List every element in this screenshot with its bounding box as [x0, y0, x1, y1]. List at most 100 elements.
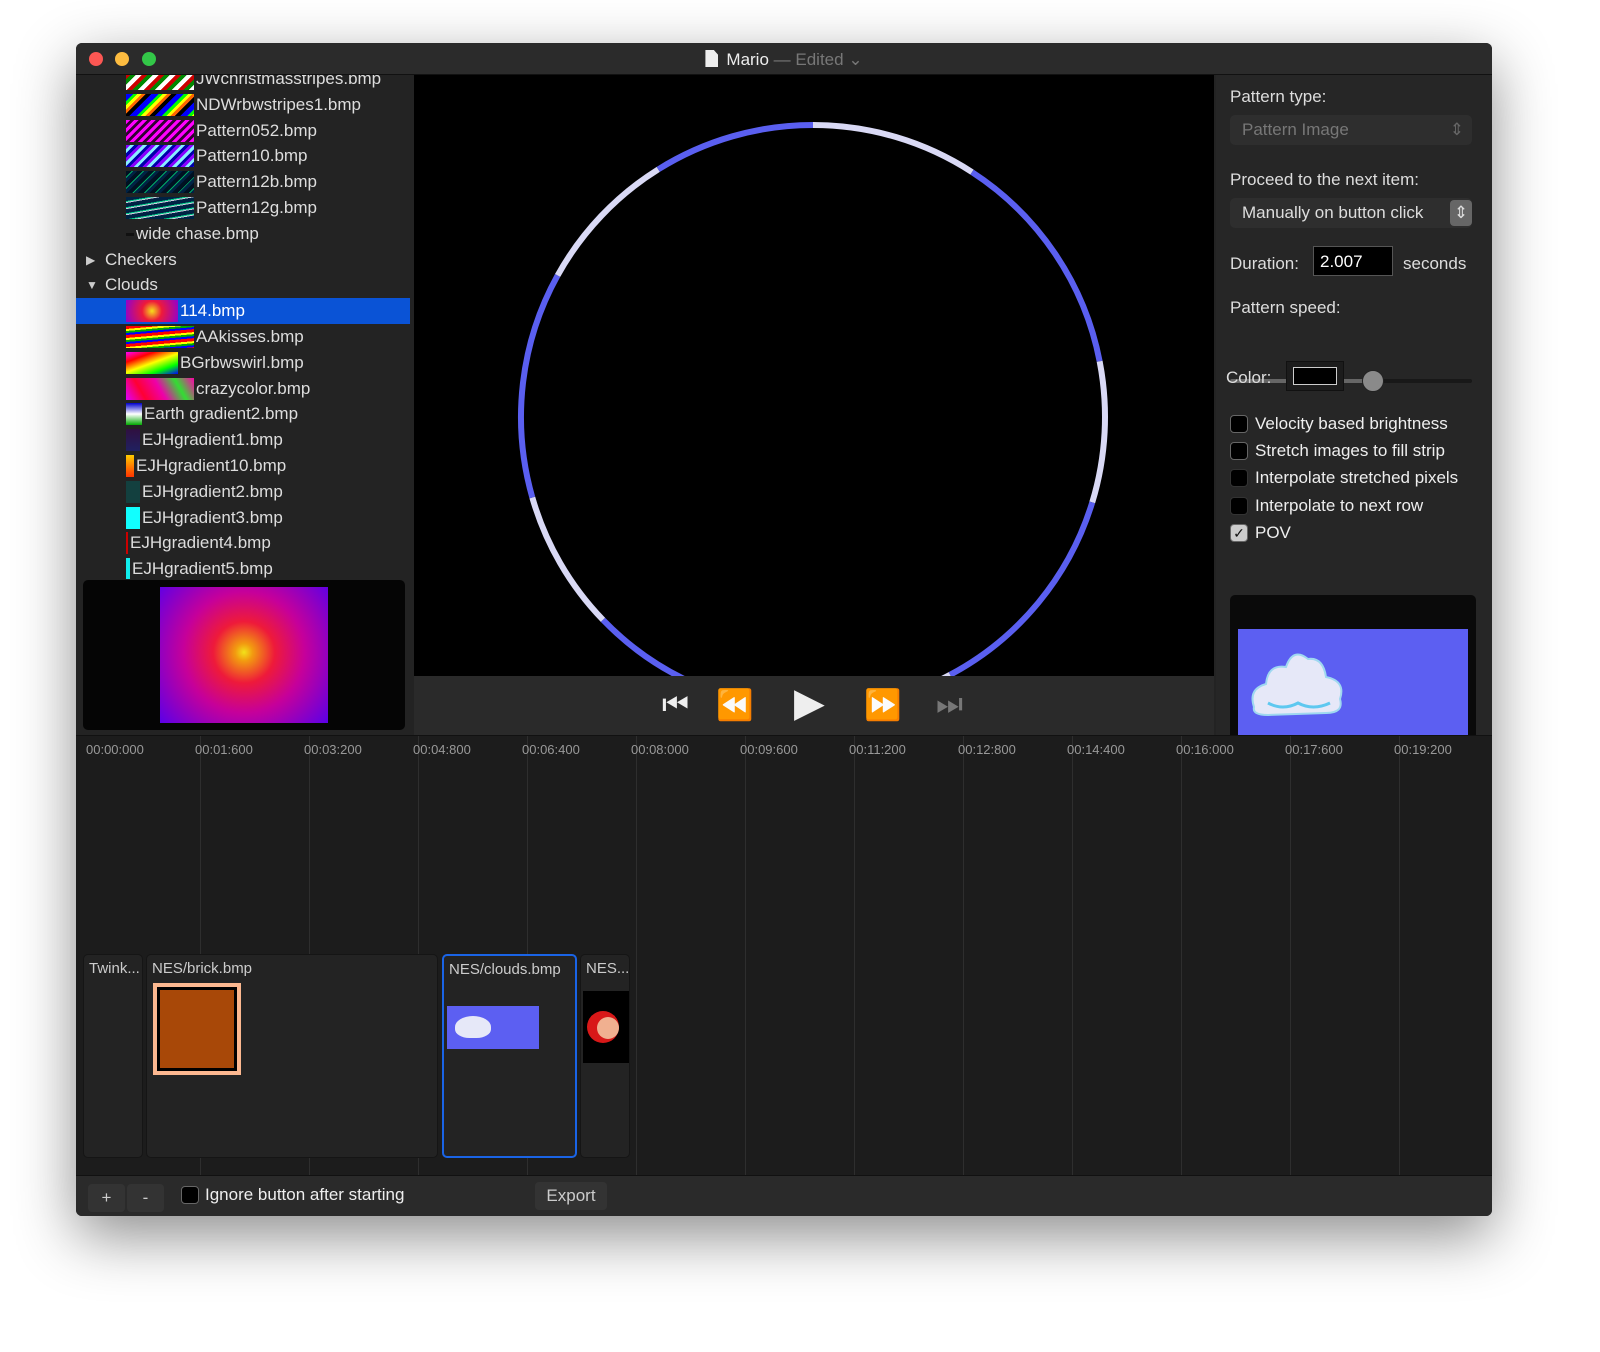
checkbox[interactable] — [1230, 442, 1248, 461]
checkbox-label: Interpolate stretched pixels — [1255, 468, 1459, 488]
proceed-select[interactable]: Manually on button click ⇕ — [1230, 198, 1472, 228]
timeline-gridline — [1072, 736, 1073, 1175]
sidebar-file-item[interactable]: EJHgradient1.bmp — [76, 427, 410, 453]
color-label: Color: — [1226, 368, 1272, 387]
pov-led-segment — [656, 122, 814, 172]
speed-slider-knob[interactable] — [1361, 370, 1384, 392]
add-button[interactable]: + — [88, 1184, 125, 1212]
window-title[interactable]: Mario — Edited ⌄ — [76, 50, 1492, 70]
item-label: crazycolor.bmp — [196, 378, 311, 398]
item-label: 114.bmp — [180, 301, 245, 321]
timeline-gridline — [854, 736, 855, 1175]
disclosure-expanded-icon[interactable]: ▼ — [86, 272, 98, 298]
title-text: Mario — [726, 50, 769, 69]
item-label: EJHgradient3.bmp — [142, 507, 283, 527]
file-thumbnail — [126, 455, 134, 477]
sidebar-file-item[interactable]: EJHgradient3.bmp — [76, 505, 410, 531]
cloud-icon — [1251, 653, 1343, 717]
timeline-clip[interactable]: NES/brick.bmp — [146, 954, 438, 1158]
timeline-tick-label: 00:00:000 — [86, 742, 144, 757]
file-thumbnail — [126, 429, 140, 452]
timeline-tick-label: 00:06:400 — [522, 742, 580, 757]
sidebar-file-item[interactable]: Pattern052.bmp — [76, 118, 410, 144]
remove-button[interactable]: - — [127, 1184, 164, 1212]
pov-led-segment — [518, 273, 561, 499]
sidebar-file-item[interactable]: Earth gradient2.bmp — [76, 401, 410, 427]
timeline-tick-label: 00:04:800 — [413, 742, 471, 757]
pov-ring — [518, 122, 1108, 712]
color-swatch — [1293, 367, 1337, 385]
color-well[interactable] — [1286, 361, 1344, 391]
timeline-clip[interactable]: Twink... — [83, 954, 143, 1158]
file-thumbnail — [126, 480, 140, 503]
item-label: AAkisses.bmp — [196, 327, 304, 346]
timeline-tick-label: 00:11:200 — [849, 742, 906, 757]
timeline-gridline — [1181, 736, 1182, 1175]
sidebar-file-item[interactable]: crazycolor.bmp — [76, 376, 410, 402]
sidebar-file-item[interactable]: BGrbwswirl.bmp — [76, 350, 410, 376]
timeline-tick-label: 00:09:600 — [740, 742, 798, 757]
sidebar-file-item[interactable]: Pattern12b.bmp — [76, 169, 410, 195]
file-thumbnail — [126, 197, 194, 219]
timeline-tick-label: 00:01:600 — [195, 742, 253, 757]
stepper-icon: ⇕ — [1450, 200, 1472, 226]
file-preview — [83, 580, 405, 730]
pov-led-segment — [529, 496, 606, 622]
skip-to-end-icon[interactable]: ⏭ — [936, 688, 963, 722]
sidebar-file-item[interactable]: EJHgradient5.bmp — [76, 556, 410, 579]
checkbox-label: POV — [1255, 522, 1291, 542]
file-thumbnail — [126, 326, 194, 348]
file-thumbnail — [126, 75, 194, 90]
pov-led-segment — [554, 166, 660, 277]
sidebar-file-item[interactable]: Pattern12g.bmp — [76, 195, 410, 221]
pattern-type-label: Pattern type: — [1230, 87, 1327, 106]
skip-to-start-icon[interactable]: ⏮ — [662, 688, 689, 722]
file-browser[interactable]: JWchristmasstripes.bmp NDWrbwstripes1.bmp… — [76, 75, 410, 579]
disclosure-collapsed-icon[interactable]: ▶ — [86, 247, 95, 273]
duration-label: Duration: — [1230, 254, 1299, 273]
sidebar-file-item[interactable]: wide chase.bmp — [76, 221, 410, 247]
sidebar-file-item[interactable]: NDWrbwstripes1.bmp — [76, 92, 410, 118]
item-label: NDWrbwstripes1.bmp — [196, 94, 362, 114]
file-thumbnail — [126, 171, 194, 194]
file-thumbnail — [126, 506, 140, 529]
checkbox[interactable]: ✓ — [1230, 523, 1248, 542]
item-label: JWchristmasstripes.bmp — [196, 75, 382, 88]
rewind-icon[interactable]: ⏪ — [716, 688, 753, 723]
play-icon[interactable]: ▶ — [794, 680, 825, 726]
file-thumbnail — [126, 532, 128, 555]
item-label: Pattern052.bmp — [196, 120, 317, 140]
sidebar-file-item[interactable]: 114.bmp — [76, 298, 410, 325]
sidebar-file-item[interactable]: EJHgradient4.bmp — [76, 530, 410, 556]
preview-image — [160, 587, 328, 723]
clip-label: NES/clouds.bmp — [449, 961, 561, 978]
pov-led-segment — [600, 617, 814, 712]
duration-unit: seconds — [1403, 254, 1467, 273]
proceed-label: Proceed to the next item: — [1230, 170, 1419, 189]
timeline[interactable]: 00:00:000 00:01:600 00:03:200 00:04:800 00:0… — [76, 735, 1492, 1175]
export-button[interactable]: Export — [535, 1182, 607, 1210]
timeline-gridline — [1399, 736, 1400, 1175]
item-label: BGrbwswirl.bmp — [180, 352, 304, 372]
duration-input[interactable]: 2.007 — [1313, 246, 1393, 276]
app-window: Mario — Edited ⌄ JWchristmasstripes.bmp N… — [76, 43, 1492, 1216]
sidebar-file-item[interactable]: AAkisses.bmp — [76, 324, 410, 350]
sidebar-folder[interactable]: ▼ Clouds — [76, 272, 410, 298]
timeline-gridline — [745, 736, 746, 1175]
timeline-tick-label: 00:17:600 — [1285, 742, 1343, 757]
speed-label: Pattern speed: — [1230, 298, 1341, 317]
timeline-clip[interactable]: NES/clouds.bmp — [442, 954, 577, 1158]
edited-status: — Edited — [773, 50, 844, 69]
title-bar: Mario — Edited ⌄ — [76, 43, 1492, 75]
sidebar-file-item[interactable]: EJHgradient2.bmp — [76, 479, 410, 505]
checkbox[interactable] — [1230, 415, 1248, 433]
fast-forward-icon[interactable]: ⏩ — [864, 688, 901, 723]
timeline-clip[interactable]: NES... — [580, 954, 630, 1158]
sidebar-file-item[interactable]: Pattern10.bmp — [76, 143, 410, 169]
sidebar-folder[interactable]: ▶ Checkers — [76, 247, 410, 273]
item-label: wide chase.bmp — [136, 223, 259, 243]
sidebar-file-item[interactable]: EJHgradient10.bmp — [76, 453, 410, 479]
pattern-type-select[interactable]: Pattern Image ⇕ — [1230, 115, 1472, 145]
ignore-button-checkbox[interactable] — [181, 1186, 199, 1204]
sidebar-file-item[interactable]: JWchristmasstripes.bmp — [76, 75, 410, 92]
